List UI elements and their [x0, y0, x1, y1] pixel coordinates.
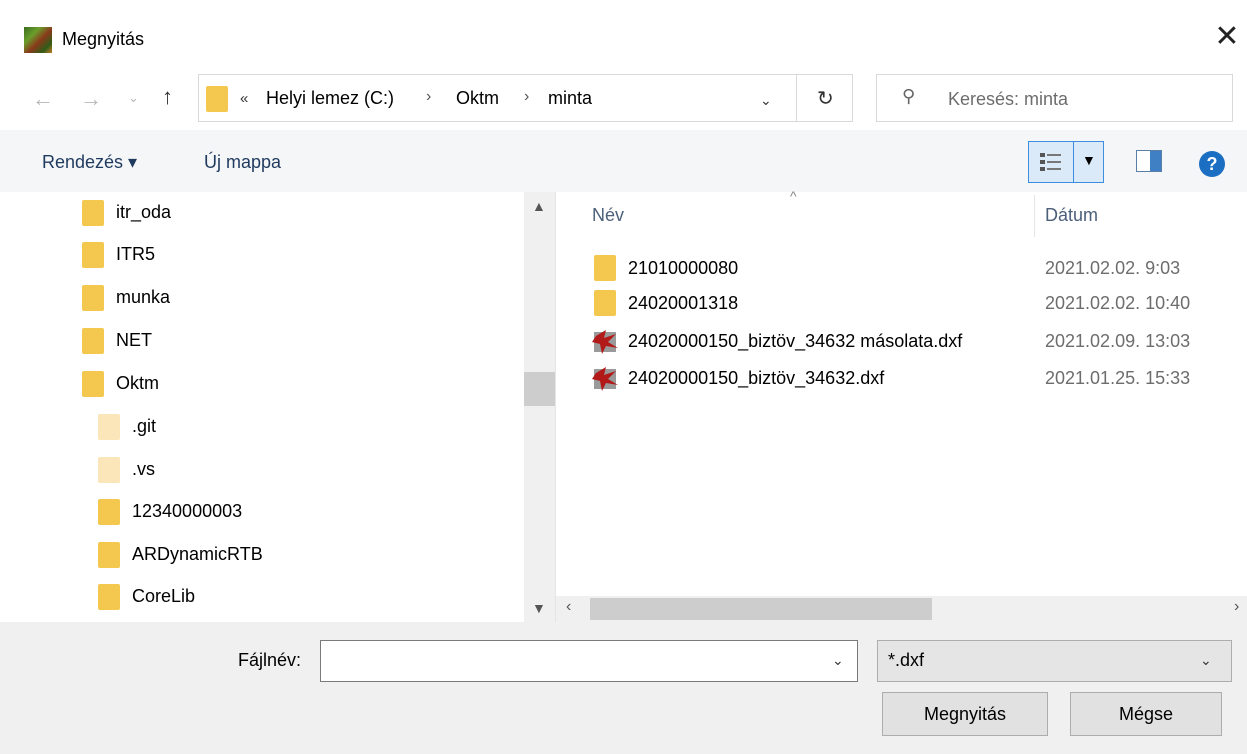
folder-icon — [82, 328, 104, 354]
dxf-file-icon — [592, 330, 618, 354]
search-icon: ⚲ — [902, 86, 916, 106]
dxf-file-icon — [592, 367, 618, 391]
scroll-up-icon[interactable]: ▲ — [532, 198, 546, 214]
scroll-down-icon[interactable]: ▼ — [532, 600, 546, 616]
chevron-right-icon[interactable]: › — [524, 88, 529, 106]
folder-icon — [594, 255, 616, 281]
folder-icon — [98, 542, 120, 568]
folder-icon — [98, 457, 120, 483]
title-bar — [0, 0, 1247, 70]
navigation-tree: itr_oda ITR5 munka NET Oktm .git .vs 123… — [0, 192, 555, 622]
tree-scrollbar[interactable] — [524, 192, 555, 622]
details-view-icon — [1040, 153, 1061, 171]
forward-icon[interactable]: → — [80, 86, 102, 112]
file-date: 2021.02.02. 10:40 — [1045, 293, 1191, 313]
filename-input[interactable] — [320, 640, 858, 682]
pane-splitter[interactable] — [555, 192, 556, 622]
folder-icon — [98, 584, 120, 610]
view-options-dropdown[interactable]: ▼ — [1074, 141, 1104, 183]
folder-icon — [82, 200, 104, 226]
folder-icon — [98, 414, 120, 440]
close-button[interactable]: ✕ — [1212, 22, 1242, 52]
preview-pane-icon[interactable] — [1136, 150, 1162, 172]
column-header-name[interactable]: Név — [592, 205, 624, 226]
breadcrumb-drive[interactable]: Helyi lemez (C:) — [266, 88, 394, 109]
file-date: 2021.01.25. 15:33 — [1045, 368, 1191, 388]
caret-down-icon: ▼ — [1082, 152, 1096, 168]
column-separator[interactable] — [1034, 195, 1035, 237]
file-type-value: *.dxf — [888, 650, 925, 670]
back-icon[interactable]: ← — [32, 86, 54, 112]
file-date: 2021.02.09. 13:03 — [1045, 331, 1191, 351]
refresh-icon[interactable]: ↻ — [817, 86, 834, 111]
folder-icon — [82, 242, 104, 268]
help-icon[interactable]: ? — [1199, 151, 1225, 177]
folder-icon — [82, 371, 104, 397]
app-icon — [24, 27, 52, 53]
search-input[interactable]: Keresés: minta — [948, 89, 1068, 110]
new-folder-button[interactable]: Új mappa — [204, 152, 281, 173]
file-name: 24020000150_biztöv_34632 másolata.dxf — [628, 331, 963, 351]
scroll-right-icon[interactable]: › — [1234, 598, 1239, 616]
file-name: 24020001318 — [628, 293, 739, 313]
file-name: 24020000150_biztöv_34632.dxf — [628, 368, 885, 388]
filename-dropdown-icon[interactable]: ⌄ — [832, 652, 844, 669]
scroll-left-icon[interactable]: ‹ — [566, 598, 571, 616]
file-date: 2021.02.02. 9:03 — [1045, 258, 1181, 278]
open-button[interactable]: Megnyitás — [882, 692, 1048, 736]
breadcrumb-oktm[interactable]: Oktm — [456, 88, 499, 109]
folder-icon — [594, 290, 616, 316]
recent-locations-icon[interactable]: ⌄ — [128, 90, 139, 106]
address-divider — [796, 74, 797, 122]
up-icon[interactable]: ↑ — [162, 84, 173, 110]
window-title: Megnyitás — [62, 29, 145, 49]
close-icon: ✕ — [1214, 20, 1240, 53]
overflow-chevron[interactable]: « — [240, 90, 248, 107]
breadcrumb-minta[interactable]: minta — [548, 88, 592, 109]
tree-scroll-thumb[interactable] — [524, 372, 555, 406]
filename-label: Fájlnév: — [238, 650, 302, 670]
folder-icon — [82, 285, 104, 311]
file-type-select[interactable] — [877, 640, 1232, 682]
list-scroll-thumb[interactable] — [590, 598, 932, 620]
folder-icon — [206, 86, 228, 112]
cancel-button[interactable]: Mégse — [1070, 692, 1222, 736]
address-dropdown-icon[interactable]: ⌄ — [760, 92, 772, 109]
file-name: 21010000080 — [628, 258, 739, 278]
change-view-button[interactable] — [1028, 141, 1074, 183]
sort-ascending-icon: ^ — [790, 188, 797, 204]
folder-icon — [98, 499, 120, 525]
chevron-down-icon: ⌄ — [1200, 652, 1212, 668]
column-header-date[interactable]: Dátum — [1045, 205, 1098, 226]
chevron-right-icon[interactable]: › — [426, 88, 431, 106]
organize-button[interactable]: Rendezés ▾ — [42, 152, 137, 173]
